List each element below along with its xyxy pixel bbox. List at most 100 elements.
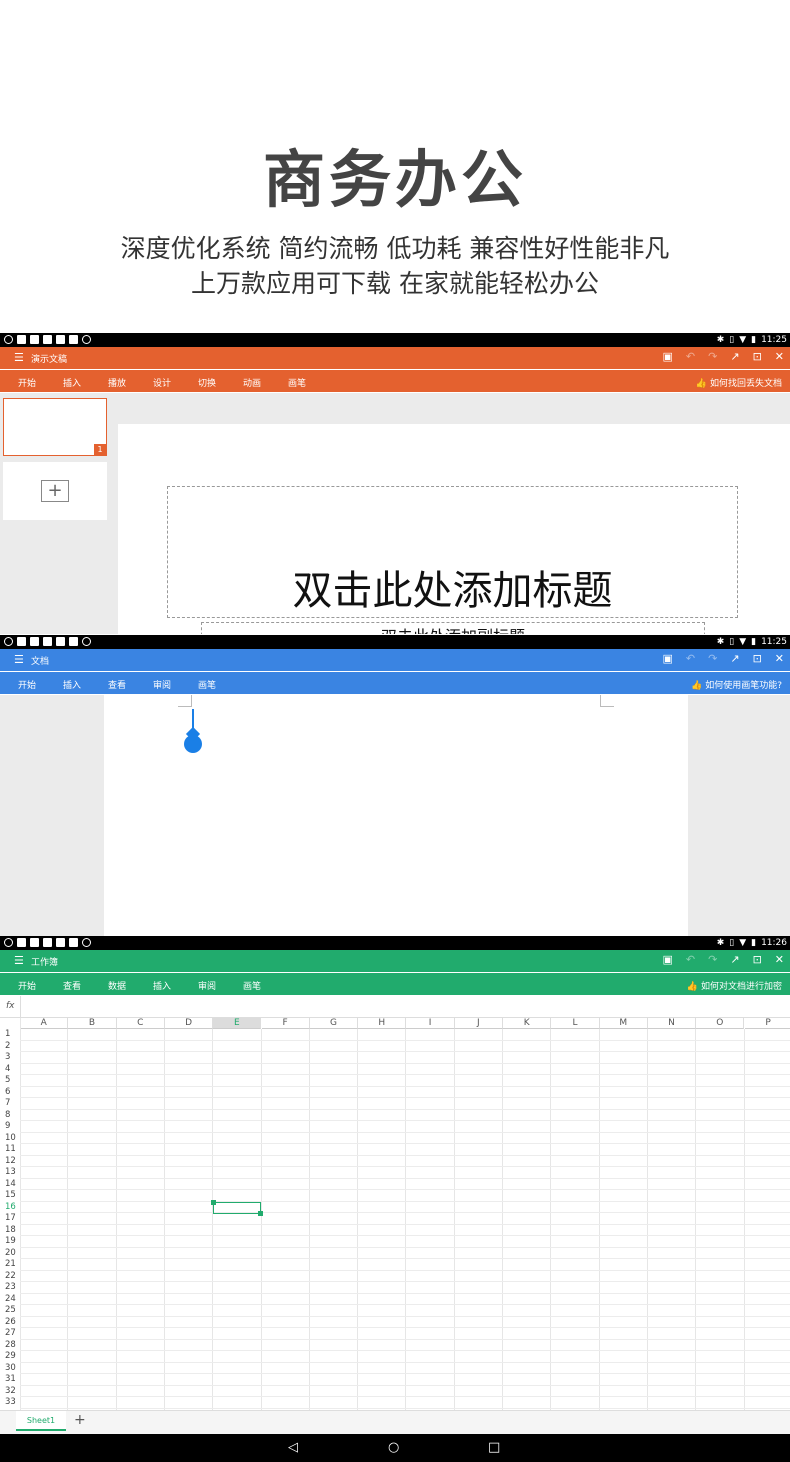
column-header[interactable]: I bbox=[406, 1018, 455, 1029]
redo-icon[interactable]: ↷ bbox=[708, 652, 717, 665]
row-header[interactable]: 23 bbox=[0, 1282, 20, 1294]
column-header[interactable]: P bbox=[744, 1018, 790, 1029]
column-header[interactable]: L bbox=[551, 1018, 600, 1029]
fullscreen-icon[interactable]: ⊡ bbox=[753, 652, 762, 665]
row-header[interactable]: 7 bbox=[0, 1098, 20, 1110]
row-header[interactable]: 1 bbox=[0, 1029, 20, 1041]
column-header[interactable]: D bbox=[164, 1018, 214, 1029]
document-page[interactable] bbox=[104, 695, 688, 936]
row-header[interactable]: 17 bbox=[0, 1213, 20, 1225]
row-header[interactable]: 10 bbox=[0, 1133, 20, 1145]
column-header[interactable]: J bbox=[454, 1018, 503, 1029]
tab-insert[interactable]: 插入 bbox=[153, 979, 198, 992]
tab-design[interactable]: 设计 bbox=[153, 376, 198, 389]
tab-pen[interactable]: 画笔 bbox=[198, 678, 243, 691]
column-header[interactable]: A bbox=[20, 1018, 69, 1029]
fullscreen-icon[interactable]: ⊡ bbox=[753, 350, 762, 363]
tab-play[interactable]: 播放 bbox=[108, 376, 153, 389]
selected-cell[interactable] bbox=[211, 1199, 264, 1216]
row-header[interactable]: 33 bbox=[0, 1397, 20, 1409]
redo-icon[interactable]: ↷ bbox=[708, 953, 717, 966]
row-header[interactable]: 4 bbox=[0, 1064, 20, 1076]
row-header[interactable]: 21 bbox=[0, 1259, 20, 1271]
formula-bar[interactable]: fx bbox=[0, 996, 790, 1018]
undo-icon[interactable]: ↶ bbox=[686, 350, 695, 363]
tab-animation[interactable]: 动画 bbox=[243, 376, 288, 389]
save-icon[interactable]: ▣ bbox=[663, 652, 673, 665]
close-icon[interactable]: ✕ bbox=[775, 350, 784, 363]
column-header[interactable]: F bbox=[261, 1018, 310, 1029]
cursor-handle[interactable] bbox=[184, 735, 202, 753]
row-header[interactable]: 25 bbox=[0, 1305, 20, 1317]
close-icon[interactable]: ✕ bbox=[775, 652, 784, 665]
tab-start[interactable]: 开始 bbox=[18, 979, 63, 992]
tab-transition[interactable]: 切换 bbox=[198, 376, 243, 389]
undo-icon[interactable]: ↶ bbox=[686, 953, 695, 966]
save-icon[interactable]: ▣ bbox=[663, 953, 673, 966]
tab-review[interactable]: 审阅 bbox=[198, 979, 243, 992]
selection-handle[interactable] bbox=[258, 1211, 264, 1216]
slide-thumbnail[interactable]: 1 bbox=[3, 398, 107, 456]
row-header[interactable]: 5 bbox=[0, 1075, 20, 1087]
tab-view[interactable]: 查看 bbox=[108, 678, 153, 691]
back-icon[interactable]: ◁ bbox=[288, 1440, 298, 1456]
row-header[interactable]: 14 bbox=[0, 1179, 20, 1191]
tab-view[interactable]: 查看 bbox=[63, 979, 108, 992]
sheet-tab[interactable]: Sheet1 bbox=[16, 1411, 66, 1431]
close-icon[interactable]: ✕ bbox=[775, 953, 784, 966]
row-header[interactable]: 29 bbox=[0, 1351, 20, 1363]
column-header[interactable]: H bbox=[358, 1018, 407, 1029]
tab-start[interactable]: 开始 bbox=[18, 678, 63, 691]
row-header[interactable]: 16 bbox=[0, 1202, 20, 1214]
tab-pen[interactable]: 画笔 bbox=[243, 979, 288, 992]
help-link[interactable]: 👍 如何找回丢失文档 bbox=[696, 376, 782, 389]
row-header[interactable]: 19 bbox=[0, 1236, 20, 1248]
column-header[interactable]: N bbox=[647, 1018, 697, 1029]
row-header[interactable]: 18 bbox=[0, 1225, 20, 1237]
share-icon[interactable]: ↗ bbox=[730, 953, 739, 966]
undo-icon[interactable]: ↶ bbox=[686, 652, 695, 665]
slide-title-placeholder[interactable]: 双击此处添加标题 bbox=[167, 486, 738, 618]
row-header[interactable]: 6 bbox=[0, 1087, 20, 1099]
tab-review[interactable]: 审阅 bbox=[153, 678, 198, 691]
spreadsheet-grid[interactable]: A B C D E F G H I J K L M N O P 1 2 3 4 5 6 7 8 9 10 11 12 13 14 15 16 1… bbox=[0, 1018, 790, 1410]
save-icon[interactable]: ▣ bbox=[663, 350, 673, 363]
recent-apps-icon[interactable]: □ bbox=[488, 1440, 500, 1456]
share-icon[interactable]: ↗ bbox=[730, 350, 739, 363]
row-header[interactable]: 28 bbox=[0, 1340, 20, 1352]
fullscreen-icon[interactable]: ⊡ bbox=[753, 953, 762, 966]
hamburger-menu-icon[interactable]: ☰ bbox=[14, 351, 24, 364]
column-header[interactable]: B bbox=[68, 1018, 117, 1029]
help-link[interactable]: 👍 如何对文档进行加密 bbox=[687, 979, 782, 992]
column-header[interactable]: C bbox=[116, 1018, 165, 1029]
column-header[interactable]: O bbox=[696, 1018, 745, 1029]
row-header[interactable]: 26 bbox=[0, 1317, 20, 1329]
tab-insert[interactable]: 插入 bbox=[63, 678, 108, 691]
add-sheet-button[interactable]: + bbox=[74, 1412, 86, 1428]
tab-insert[interactable]: 插入 bbox=[63, 376, 108, 389]
row-header[interactable]: 12 bbox=[0, 1156, 20, 1168]
row-header[interactable]: 22 bbox=[0, 1271, 20, 1283]
selection-handle[interactable] bbox=[211, 1199, 217, 1205]
row-header[interactable]: 20 bbox=[0, 1248, 20, 1260]
tab-start[interactable]: 开始 bbox=[18, 376, 63, 389]
home-icon[interactable]: ○ bbox=[388, 1440, 399, 1456]
redo-icon[interactable]: ↷ bbox=[708, 350, 717, 363]
slide-canvas[interactable]: 双击此处添加标题 双击此处添加副标题 bbox=[118, 424, 790, 634]
slide-subtitle-placeholder[interactable]: 双击此处添加副标题 bbox=[201, 622, 705, 634]
help-link[interactable]: 👍 如何使用画笔功能? bbox=[691, 678, 782, 691]
hamburger-menu-icon[interactable]: ☰ bbox=[14, 954, 24, 967]
add-slide-button[interactable]: + bbox=[3, 462, 107, 520]
column-header[interactable]: K bbox=[503, 1018, 552, 1029]
tab-pen[interactable]: 画笔 bbox=[288, 376, 333, 389]
row-header[interactable]: 31 bbox=[0, 1374, 20, 1386]
column-header[interactable]: M bbox=[599, 1018, 648, 1029]
row-header[interactable]: 2 bbox=[0, 1041, 20, 1053]
row-header[interactable]: 3 bbox=[0, 1052, 20, 1064]
row-header[interactable]: 8 bbox=[0, 1110, 20, 1122]
tab-data[interactable]: 数据 bbox=[108, 979, 153, 992]
hamburger-menu-icon[interactable]: ☰ bbox=[14, 653, 24, 666]
column-header[interactable]: E bbox=[213, 1018, 262, 1029]
row-header[interactable]: 11 bbox=[0, 1144, 20, 1156]
row-header[interactable]: 15 bbox=[0, 1190, 20, 1202]
